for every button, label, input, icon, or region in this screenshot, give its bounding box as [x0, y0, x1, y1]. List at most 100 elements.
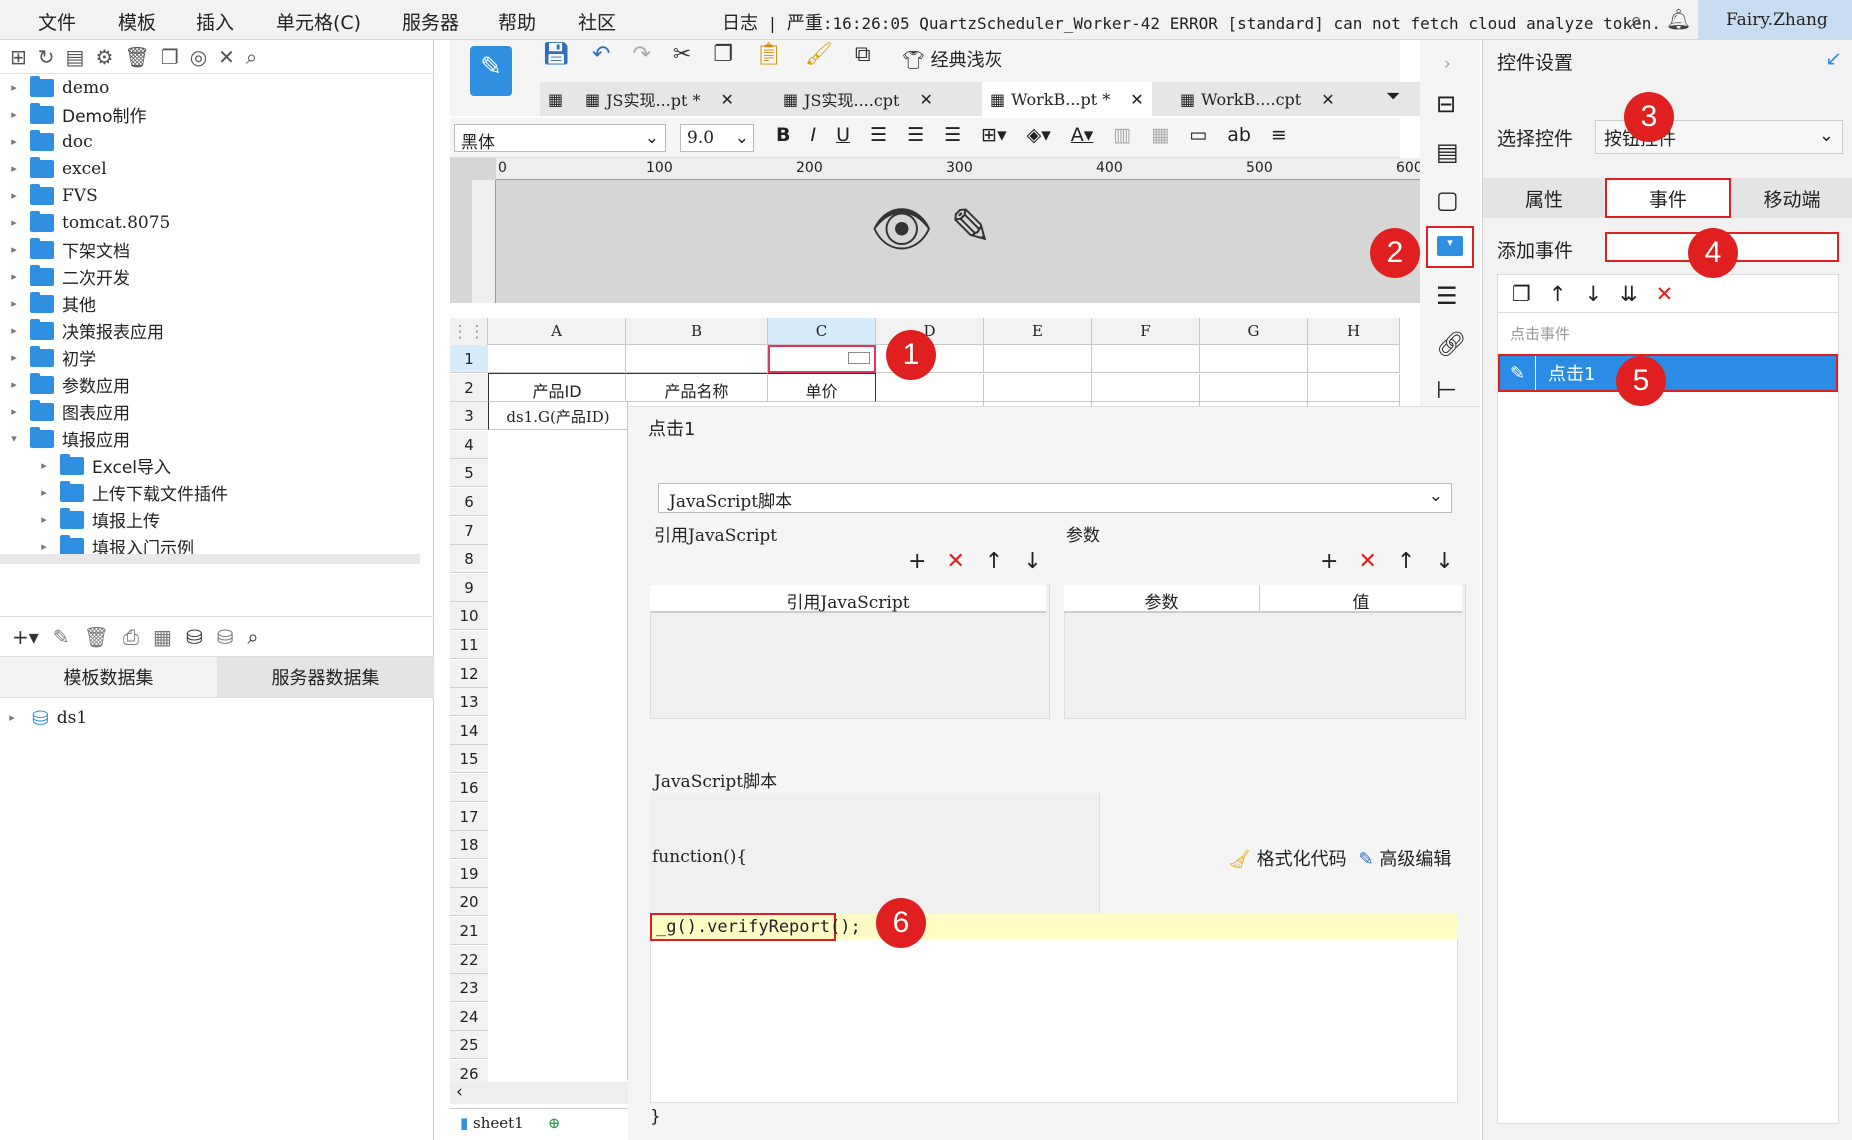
- row-header[interactable]: 3: [450, 402, 488, 431]
- merge-icon[interactable]: ▥: [1113, 124, 1131, 146]
- cell[interactable]: [1092, 345, 1200, 373]
- row-header[interactable]: 10: [450, 602, 488, 631]
- save-icon[interactable]: 💾︎: [542, 42, 570, 67]
- menu-template[interactable]: 模板: [118, 8, 156, 35]
- row-header[interactable]: 15: [450, 745, 488, 774]
- grid-icon[interactable]: ▦: [548, 82, 563, 116]
- tree-item[interactable]: ▸ FVS: [0, 182, 98, 209]
- row-header[interactable]: 11: [450, 631, 488, 659]
- row-header[interactable]: 18: [450, 831, 488, 860]
- select-all-corner[interactable]: ⋮⋮: [450, 318, 488, 345]
- add-icon[interactable]: +: [1320, 549, 1338, 574]
- column-header[interactable]: A: [488, 318, 626, 345]
- delete-icon[interactable]: ✕: [946, 549, 964, 574]
- copy-icon[interactable]: ❐: [1512, 282, 1531, 306]
- chevron-right-icon[interactable]: ▸: [8, 216, 20, 229]
- frame-icon[interactable]: ▢: [1436, 186, 1459, 214]
- link-icon[interactable]: 🔗︎: [1436, 330, 1466, 358]
- horizontal-scrollbar[interactable]: ‹: [450, 1082, 628, 1104]
- calc-icon[interactable]: ▦: [153, 625, 172, 649]
- close-icon[interactable]: ✕: [721, 90, 734, 109]
- preview-icon[interactable]: ⧉: [855, 42, 871, 67]
- tree-item[interactable]: ▸ 二次开发: [0, 263, 130, 290]
- edit-icon[interactable]: ✎: [1500, 356, 1536, 390]
- move-bottom-icon[interactable]: ⇊: [1620, 282, 1638, 306]
- align-center-icon[interactable]: ☰: [907, 124, 924, 146]
- chevron-right-icon[interactable]: ▸: [8, 135, 20, 148]
- row-header[interactable]: 21: [450, 917, 488, 945]
- cell-a1[interactable]: [488, 345, 626, 373]
- column-header[interactable]: B: [626, 318, 768, 345]
- row-header[interactable]: 23: [450, 974, 488, 1003]
- menu-cell[interactable]: 单元格(C): [276, 8, 361, 35]
- file-tab-3[interactable]: ▦ WorkB...pt * ✕: [982, 82, 1152, 116]
- menu-file[interactable]: 文件: [38, 8, 76, 35]
- bold-icon[interactable]: B: [776, 124, 790, 146]
- chevron-right-icon[interactable]: ▸: [8, 405, 20, 418]
- delete-icon[interactable]: 🗑︎: [124, 45, 149, 69]
- row-header[interactable]: 6: [450, 488, 488, 516]
- arrow-up-icon[interactable]: ↑: [1397, 549, 1415, 574]
- add-icon[interactable]: +: [908, 549, 926, 574]
- arrow-down-icon[interactable]: ↓: [1584, 282, 1602, 306]
- row-header[interactable]: 5: [450, 459, 488, 488]
- cell[interactable]: [1308, 345, 1400, 373]
- tree-item[interactable]: ▸ Demo制作: [0, 101, 147, 128]
- copy-icon[interactable]: ❐: [713, 42, 733, 67]
- arrow-up-icon[interactable]: ↑: [985, 549, 1003, 574]
- row-header[interactable]: 13: [450, 688, 488, 717]
- row-header[interactable]: 25: [450, 1031, 488, 1060]
- collapse-icon[interactable]: ✕: [218, 45, 235, 69]
- menu-server[interactable]: 服务器: [402, 8, 459, 35]
- tree-item[interactable]: ▸ excel: [0, 155, 107, 182]
- dataset-item[interactable]: ▸ ⛁ ds1: [0, 704, 87, 731]
- row-header[interactable]: 14: [450, 716, 488, 745]
- text-icon[interactable]: ab: [1227, 124, 1251, 146]
- align-right-icon[interactable]: ☰: [944, 124, 961, 146]
- row-header[interactable]: 16: [450, 774, 488, 802]
- font-color-icon[interactable]: A▾: [1071, 124, 1094, 146]
- close-icon[interactable]: ✕: [1130, 90, 1143, 109]
- tree-item[interactable]: ▸ 参数应用: [0, 371, 130, 398]
- user-name[interactable]: Fairy.Zhang: [1698, 0, 1852, 40]
- file-tab-4[interactable]: ▦ WorkB....cpt ✕: [1180, 82, 1335, 116]
- chevron-right-icon[interactable]: ▸: [8, 270, 20, 283]
- underline-icon[interactable]: U: [836, 124, 850, 146]
- edit-icon[interactable]: ✎: [53, 625, 70, 649]
- menu-help[interactable]: 帮助: [498, 8, 536, 35]
- chevron-right-icon[interactable]: ▸: [8, 189, 20, 202]
- column-header[interactable]: G: [1200, 318, 1308, 345]
- code-editor[interactable]: [650, 913, 1458, 1103]
- chevron-right-icon[interactable]: ▸: [8, 162, 20, 175]
- close-icon[interactable]: ✕: [1321, 90, 1334, 109]
- new-folder-icon[interactable]: ⊞: [10, 45, 27, 69]
- chevron-right-icon[interactable]: ▸: [38, 540, 50, 553]
- chevron-right-icon[interactable]: ▸: [38, 459, 50, 472]
- cell[interactable]: [1308, 373, 1400, 402]
- font-select[interactable]: 黑体 ⌄: [454, 124, 666, 153]
- refresh-icon[interactable]: ↻: [38, 45, 55, 69]
- chevron-down-icon[interactable]: ▾: [8, 432, 20, 445]
- chevron-right-icon[interactable]: ▸: [8, 243, 20, 256]
- open-icon[interactable]: ▤: [66, 45, 85, 69]
- tree-item[interactable]: ▸ doc: [0, 128, 93, 155]
- condition-icon[interactable]: ☰: [1436, 282, 1458, 310]
- fill-color-icon[interactable]: ◈▾: [1027, 124, 1051, 146]
- search-icon[interactable]: ⌕: [247, 625, 258, 649]
- widget-settings-tab[interactable]: ▾: [1426, 226, 1474, 268]
- sheet-tab[interactable]: ▮ sheet1 ⊕: [450, 1108, 628, 1140]
- database-gray-icon[interactable]: ⛁: [217, 625, 234, 649]
- chevron-right-icon[interactable]: ▸: [8, 378, 20, 391]
- column-header[interactable]: H: [1308, 318, 1400, 345]
- file-tab-2[interactable]: ▦ JS实现....cpt ✕: [783, 82, 933, 116]
- tree-item[interactable]: ▸ 下架文档: [0, 236, 130, 263]
- tree-scrollbar[interactable]: [0, 554, 420, 564]
- tree-icon[interactable]: ⊢: [1436, 376, 1457, 404]
- expand-icon[interactable]: ›: [1444, 54, 1451, 74]
- tree-item[interactable]: ▸ 初学: [0, 344, 96, 371]
- tab-mobile[interactable]: 移动端: [1731, 178, 1852, 218]
- cell-b1[interactable]: [626, 345, 768, 373]
- format-painter-icon[interactable]: 🖌︎: [805, 42, 833, 67]
- close-icon[interactable]: ✕: [919, 90, 932, 109]
- layout-icon[interactable]: ⊟: [1436, 90, 1456, 118]
